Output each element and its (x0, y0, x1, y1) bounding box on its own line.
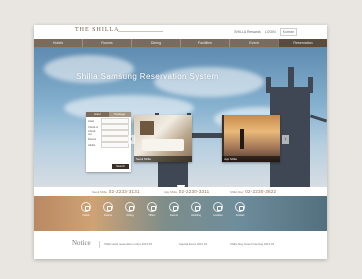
quick-link-label: Dining (126, 214, 134, 217)
adults-select[interactable] (101, 142, 129, 148)
phone-label: Jeju Shilla (164, 189, 177, 194)
booking-row: Adults (88, 142, 129, 148)
phone-item: Seoul Shilla 02-2233-3131 (92, 189, 140, 194)
booking-row: Hotel (88, 118, 129, 124)
language-select[interactable]: Korean (279, 28, 297, 36)
quick-link-contact[interactable]: Contact (234, 202, 246, 217)
gift-icon (147, 202, 157, 212)
phone-item: Shilla Stay 02-2230-3622 (230, 189, 276, 194)
quick-link-location[interactable]: Location (212, 202, 224, 217)
room-photo[interactable]: Seoul Shilla (134, 115, 192, 162)
row-label: Rooms (88, 137, 97, 141)
nav-item-dining[interactable]: Dining (131, 39, 180, 47)
view-photo[interactable]: Jeju Shilla (222, 115, 280, 162)
notice-item[interactable]: Shilla Stay Grand Opening 2013.03 (230, 242, 274, 246)
top-bar: THE SHILLA SHILLA Rewards LOGIN Korean (34, 25, 327, 39)
building-icon (81, 202, 91, 212)
nav-item-reservation[interactable]: Reservation (278, 39, 327, 47)
quick-links-band: Hotels Rooms Dining Offers Events Weddin… (34, 196, 327, 231)
booking-row: Rooms (88, 136, 129, 142)
quick-link-label: Contact (235, 214, 245, 217)
row-label: Hotel (88, 119, 95, 123)
hotel-select[interactable] (101, 118, 129, 124)
photo-caption: Seoul Shilla (134, 156, 192, 162)
nav-item-hotels[interactable]: Hotels (34, 39, 82, 47)
notice-item[interactable]: Shilla Hotel reservation notice 2013.05 (104, 242, 152, 246)
ring-icon (191, 202, 201, 212)
phone-number: 02-2233-3131 (108, 189, 140, 194)
rooms-select[interactable] (101, 136, 129, 142)
bridge-spire (266, 77, 271, 93)
nav-item-event[interactable]: Event (229, 39, 278, 47)
nav-item-rooms[interactable]: Rooms (82, 39, 131, 47)
screenshot-frame: THE SHILLA SHILLA Rewards LOGIN Korean H… (0, 0, 362, 279)
util-link-rewards[interactable]: SHILLA Rewards (234, 30, 261, 34)
quick-link-label: Offers (148, 214, 156, 217)
quick-links: Hotels Rooms Dining Offers Events Weddin… (80, 202, 246, 217)
bed-icon (103, 202, 113, 212)
notice-divider (99, 241, 100, 248)
calendar-icon (169, 202, 179, 212)
quick-link-wedding[interactable]: Wedding (190, 202, 202, 217)
bridge-spire (288, 67, 294, 89)
booking-row: Check-out (88, 130, 129, 136)
phone-icon (235, 202, 245, 212)
quick-link-offers[interactable]: Offers (146, 202, 158, 217)
headboard-shape (140, 121, 154, 135)
quick-link-label: Events (170, 214, 178, 217)
footer: Notice Shilla Hotel reservation notice 2… (34, 231, 327, 259)
quick-link-label: Wedding (191, 214, 201, 217)
booking-widget: Hotel Package Hotel Check-in Check-out R… (86, 112, 131, 172)
row-label: Adults (88, 143, 96, 147)
quick-link-rooms[interactable]: Rooms (102, 202, 114, 217)
utility-links: SHILLA Rewards LOGIN Korean (234, 28, 297, 36)
window-frame (222, 115, 224, 162)
dining-icon (125, 202, 135, 212)
checkout-field[interactable] (101, 130, 129, 136)
phone-number: 02-2230-3311 (178, 189, 210, 194)
phone-item: Jeju Shilla 02-2230-3311 (164, 189, 209, 194)
bridge-cable (309, 114, 327, 123)
main-nav: Hotels Rooms Dining Facilities Event Res… (34, 39, 327, 47)
website-card: THE SHILLA SHILLA Rewards LOGIN Korean H… (34, 25, 327, 259)
quick-link-events[interactable]: Events (168, 202, 180, 217)
booking-tabs: Hotel Package (86, 112, 131, 117)
quick-link-label: Rooms (104, 214, 112, 217)
tab-package[interactable]: Package (108, 112, 131, 117)
tab-hotel[interactable]: Hotel (86, 112, 109, 117)
quick-link-label: Hotels (82, 214, 90, 217)
nav-item-facilities[interactable]: Facilities (180, 39, 229, 47)
row-label: Check-in (88, 125, 99, 129)
quick-link-hotels[interactable]: Hotels (80, 202, 92, 217)
row-label: Check-out (88, 130, 97, 136)
util-link-login[interactable]: LOGIN (265, 30, 276, 34)
person-silhouette (240, 129, 244, 149)
site-logo[interactable]: THE SHILLA (75, 27, 120, 33)
logo-divider (118, 31, 163, 32)
booking-row: Check-in (88, 124, 129, 130)
search-button[interactable]: Search (112, 164, 129, 169)
phone-label: Shilla Stay (230, 189, 244, 194)
prev-arrow-icon[interactable]: ‹ (128, 135, 135, 144)
quick-link-dining[interactable]: Dining (124, 202, 136, 217)
quick-link-label: Location (213, 214, 223, 217)
phone-label: Seoul Shilla (92, 189, 107, 194)
next-arrow-icon[interactable]: › (282, 135, 289, 144)
phone-number: 02-2230-3622 (245, 189, 277, 194)
notice-item[interactable]: Special Event 2013.04 (179, 242, 207, 246)
notice-title[interactable]: Notice (72, 239, 91, 247)
hero-title: Shilla Samsung Reservation System (76, 72, 219, 81)
checkin-field[interactable] (101, 124, 129, 130)
photo-caption: Jeju Shilla (222, 156, 280, 162)
bridge-spire (308, 77, 313, 93)
map-pin-icon (213, 202, 223, 212)
bed-shape (142, 139, 184, 151)
